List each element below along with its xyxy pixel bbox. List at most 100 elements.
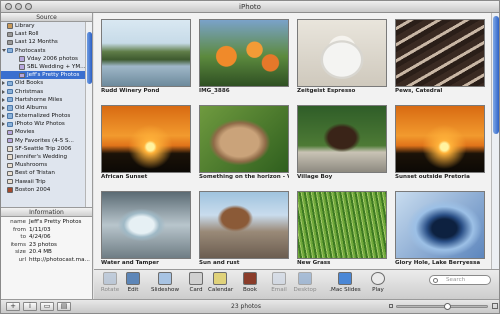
lioness-photo[interactable] [199,105,289,173]
tool-edit-button[interactable]: Edit [121,272,145,293]
album-icon [7,178,13,185]
zoom-button[interactable] [25,3,32,10]
source-item[interactable]: My Favorites (4-5 S... [1,137,86,145]
photo-tile[interactable]: IMG_3886 [199,19,289,96]
photo-caption[interactable]: Rudd Winery Pond [101,87,191,96]
add-album-button[interactable]: + [6,302,20,311]
source-item-label: Old Books [15,80,44,87]
photo-caption[interactable]: African Sunset [101,173,191,182]
source-item[interactable]: Jeff's Pretty Photos [1,71,86,80]
tulips-photo[interactable] [199,19,289,87]
disclosure-closed-icon[interactable] [2,97,5,102]
source-item[interactable]: Old Books [1,79,86,87]
boy-photo[interactable] [297,105,387,173]
tool-slideshow-button[interactable]: Slideshow [149,272,181,293]
close-button[interactable] [5,3,12,10]
photo-grid-scrollbar[interactable] [491,13,499,269]
photo-caption[interactable]: Glory Hole, Lake Berryessa [395,259,485,268]
photo-tile[interactable]: Pews, Catedral [395,19,485,96]
source-scrollbar[interactable] [85,22,92,207]
photo-tile[interactable]: Sunset outside Pretoria [395,105,485,182]
photo-tile[interactable]: Zeitgeist Espresso [297,19,387,96]
source-item[interactable]: Vday 2006 photos [1,55,86,63]
info-value[interactable]: Jeff's Pretty Photos [29,219,81,227]
info-button[interactable]: i [23,302,37,311]
photo-tile[interactable]: Village Boy [297,105,387,182]
tool-desktop-button[interactable]: Desktop [293,272,317,293]
source-item[interactable]: SF-Seattle Trip 2006 [1,145,86,153]
iphoto-window: iPhoto Source Library Last Roll Last 12 Mo… [0,0,500,314]
title-bar[interactable]: iPhoto [1,1,499,13]
slideshow-small-button[interactable]: ▭ [40,302,54,311]
large-thumbnail-icon [492,303,498,309]
zoom-slider[interactable] [396,303,488,310]
disclosure-closed-icon[interactable] [2,81,5,86]
tool-calendar-button[interactable]: Calendar [208,272,233,293]
photo-caption[interactable]: Pews, Catedral [395,87,485,96]
photo-caption[interactable]: IMG_3886 [199,87,289,96]
source-item[interactable]: Christmas [1,88,86,96]
photo-tile[interactable]: New Grass [297,191,387,268]
disclosure-closed-icon[interactable] [2,89,5,94]
photo-tile[interactable]: Sun and rust [199,191,289,268]
info-value: http://photocast.ma... [29,256,90,263]
source-item[interactable]: Externalized Photos [1,112,86,120]
search-field[interactable]: Search [429,275,491,285]
source-item[interactable]: Library [1,22,86,30]
window-title: iPhoto [239,3,261,11]
glory-hole-photo[interactable] [395,191,485,259]
disclosure-closed-icon[interactable] [2,105,5,110]
glass-photo[interactable] [101,191,191,259]
grass-photo[interactable] [297,191,387,259]
photo-tile[interactable]: Water and Tamper [101,191,191,268]
source-item[interactable]: Best of Tristan [1,169,86,177]
tool-book-button[interactable]: Book [238,272,262,293]
source-item[interactable]: Hartshorne Miles [1,96,86,104]
show-info-button[interactable]: ▤ [57,302,71,311]
photo-caption[interactable]: Sunset outside Pretoria [395,173,485,182]
valve-photo[interactable] [199,191,289,259]
photo-caption[interactable]: Sun and rust [199,259,289,268]
disclosure-closed-icon[interactable] [2,122,5,127]
disclosure-open-icon[interactable] [2,48,6,52]
source-item[interactable]: Last 12 Months [1,38,86,46]
tool-label: Email [271,287,287,293]
zoom-slider-knob[interactable] [443,303,451,310]
tool-email-button[interactable]: Email [267,272,291,293]
pond-photo[interactable] [101,19,191,87]
disclosure-closed-icon[interactable] [2,114,5,119]
bottom-toolbar: Search Rotate Edit Slideshow Card Calendar Bo… [94,269,499,299]
tool-play-button[interactable]: Play [366,272,390,293]
source-item[interactable]: Movies [1,128,86,136]
photo-tile[interactable]: Rudd Winery Pond [101,19,191,96]
tool-mac-slides-button[interactable]: .Mac Slides [329,272,361,293]
photo-caption[interactable]: New Grass [297,259,387,268]
source-item[interactable]: Mushrooms [1,161,86,169]
pews-photo[interactable] [395,19,485,87]
source-item[interactable]: iPhoto Wiz Photos [1,120,86,128]
photo-tile[interactable]: African Sunset [101,105,191,182]
tool-rotate-button[interactable]: Rotate [98,272,122,293]
photo-tile[interactable]: Something on the horizon - Vervi... [199,105,289,182]
source-item[interactable]: Hawaii Trip [1,178,86,186]
photo-caption[interactable]: Village Boy [297,173,387,182]
source-scroll-thumb[interactable] [87,32,92,84]
photo-grid-scroll-thumb[interactable] [493,16,499,134]
source-item[interactable]: Jennifer's Wedding [1,153,86,161]
sunset-photo[interactable] [101,105,191,173]
photo-caption[interactable]: Water and Tamper [101,259,191,268]
minimize-button[interactable] [15,3,22,10]
source-item[interactable]: Boston 2004 [1,186,86,194]
sunset-photo[interactable] [395,105,485,173]
source-item[interactable]: Old Albums [1,104,86,112]
source-item[interactable]: SBL Wedding + YM... [1,63,86,71]
tool-card-button[interactable]: Card [184,272,208,293]
photo-caption[interactable]: Zeitgeist Espresso [297,87,387,96]
folder-icon [7,121,13,128]
photo-tile[interactable]: Glory Hole, Lake Berryessa [395,191,485,268]
album-icon [7,170,13,177]
source-item[interactable]: Last Roll [1,30,86,38]
espresso-photo[interactable] [297,19,387,87]
source-item[interactable]: Photocasts [1,47,86,55]
photo-caption[interactable]: Something on the horizon - Vervi... [199,173,289,182]
